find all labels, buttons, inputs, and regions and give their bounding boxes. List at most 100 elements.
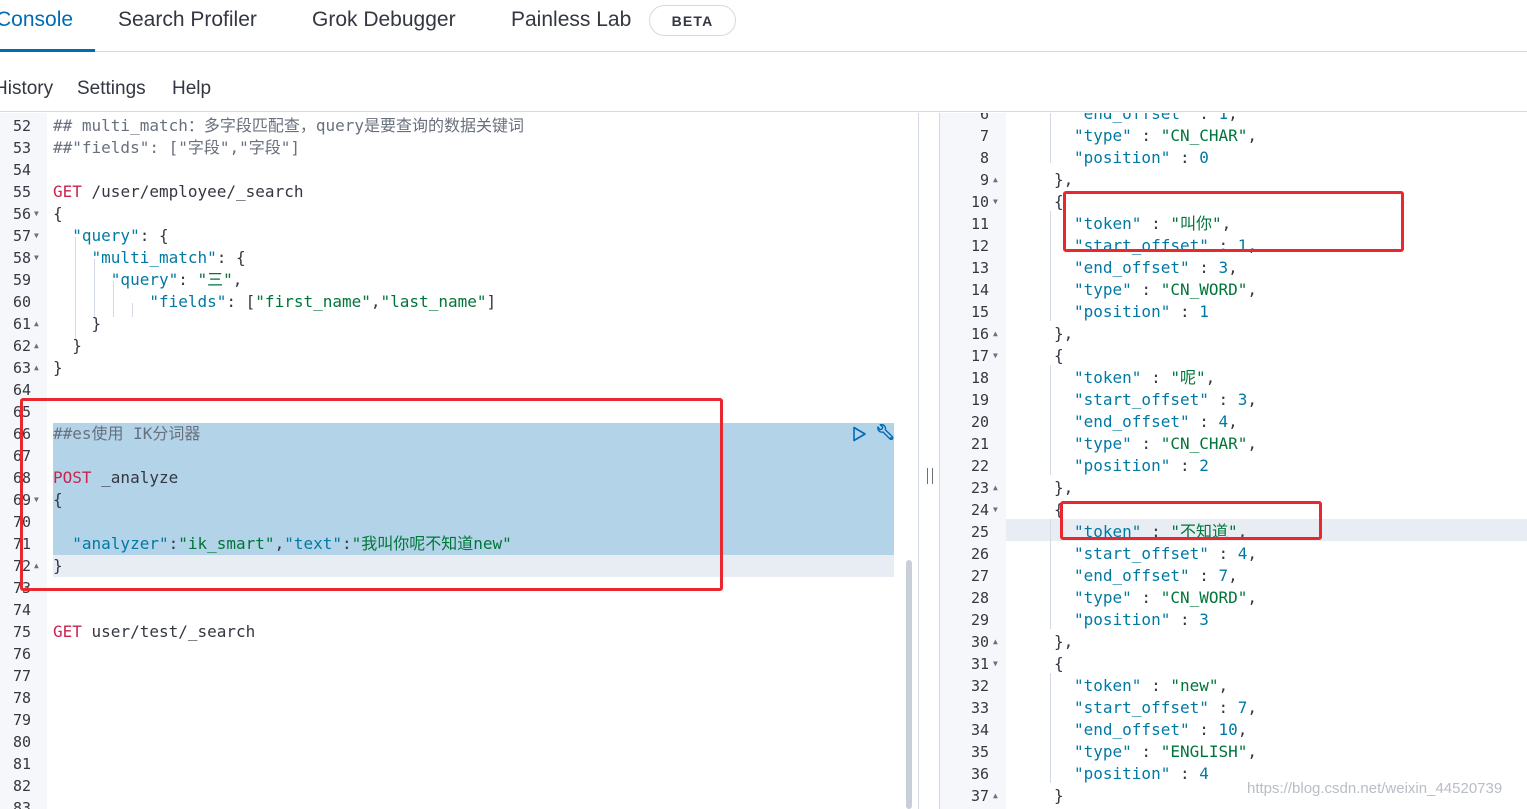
- line-number: 19: [970, 391, 989, 409]
- code-token: ##es使用 IK分词器: [53, 424, 201, 443]
- fold-arrow-up-icon[interactable]: ▲: [993, 785, 998, 807]
- code-line: 33 "start_offset" : 7,: [940, 697, 1527, 719]
- play-triangle-icon[interactable]: [851, 426, 867, 442]
- code-token: ,: [1247, 742, 1258, 761]
- line-number: 8: [979, 149, 989, 167]
- code-text: {: [1054, 345, 1064, 367]
- response-viewer[interactable]: 6 "end_offset" : 1, 7 "type" : "CN_CHAR", 8 "…: [940, 113, 1527, 809]
- code-line: 73: [0, 577, 918, 599]
- code-token: 7: [1218, 566, 1229, 585]
- fold-arrow-down-icon[interactable]: ▼: [993, 191, 998, 213]
- code-token: :: [1170, 456, 1200, 475]
- help-link[interactable]: Help: [172, 78, 211, 100]
- code-text: {: [53, 203, 63, 225]
- code-token: ]: [486, 292, 497, 311]
- fold-arrow-up-icon[interactable]: ▲: [993, 169, 998, 191]
- fold-arrow-up-icon[interactable]: ▲: [34, 555, 39, 577]
- fold-arrow-down-icon[interactable]: ▼: [993, 653, 998, 675]
- code-text: "start_offset" : 7,: [1074, 697, 1257, 719]
- code-text: "fields": ["first_name","last_name"]: [53, 291, 496, 313]
- code-token: "start_offset": [1074, 236, 1209, 255]
- code-line: 54: [0, 159, 918, 181]
- fold-arrow-down-icon[interactable]: ▼: [993, 345, 998, 367]
- code-token: ,: [1228, 566, 1238, 585]
- code-token: :: [1141, 676, 1171, 695]
- line-number: 62: [12, 337, 31, 355]
- line-number: 22: [970, 457, 989, 475]
- code-token: {: [53, 490, 63, 509]
- settings-link[interactable]: Settings: [77, 78, 146, 100]
- code-line: 53 ##"fields": ["字段","字段"]: [0, 137, 918, 159]
- line-number: 26: [970, 545, 989, 563]
- code-line: 70: [0, 511, 918, 533]
- fold-arrow-up-icon[interactable]: ▲: [993, 477, 998, 499]
- line-number: 10: [970, 193, 989, 211]
- code-line: 75 GET user/test/_search: [0, 621, 918, 643]
- fold-arrow-up-icon[interactable]: ▲: [993, 323, 998, 345]
- code-line: 20 "end_offset" : 4,: [940, 411, 1527, 433]
- code-line: 26 "start_offset" : 4,: [940, 543, 1527, 565]
- code-text: },: [1054, 477, 1073, 499]
- code-token: "analyzer": [72, 534, 169, 553]
- tab-search-profiler[interactable]: Search Profiler: [118, 8, 257, 32]
- fold-arrow-up-icon[interactable]: ▲: [993, 631, 998, 653]
- code-token: :: [1208, 236, 1238, 255]
- code-text: "position" : 0: [1074, 147, 1209, 169]
- line-number: 81: [12, 755, 31, 773]
- line-number: 69: [12, 491, 31, 509]
- code-text: "position" : 4: [1074, 763, 1209, 785]
- history-link[interactable]: History: [0, 78, 53, 100]
- line-number: 70: [12, 513, 31, 531]
- code-token: ,: [1237, 522, 1248, 541]
- code-token: "叫你": [1170, 214, 1222, 233]
- code-token: ,: [1247, 390, 1258, 409]
- code-token: "position": [1074, 610, 1171, 629]
- code-line: 82: [0, 775, 918, 797]
- code-token: _analyze: [91, 468, 179, 487]
- code-token: "end_offset": [1074, 113, 1190, 123]
- code-token: 1: [1199, 302, 1209, 321]
- line-number: 61: [12, 315, 31, 333]
- code-line: 23 ▲},: [940, 477, 1527, 499]
- code-token: ,: [1247, 698, 1258, 717]
- tab-painless-lab[interactable]: Painless Lab: [511, 8, 631, 32]
- code-line: 12 "start_offset" : 1,: [940, 235, 1527, 257]
- code-token: "position": [1074, 456, 1171, 475]
- fold-arrow-down-icon[interactable]: ▼: [34, 225, 39, 247]
- wrench-icon[interactable]: [874, 424, 896, 444]
- line-number: 82: [12, 777, 31, 795]
- pane-resize-handle[interactable]: [918, 113, 940, 809]
- code-text: "type" : "CN_CHAR",: [1074, 433, 1257, 455]
- code-token: "end_offset": [1074, 566, 1190, 585]
- fold-arrow-up-icon[interactable]: ▲: [34, 313, 39, 335]
- editor-scrollbar[interactable]: [906, 560, 912, 809]
- code-line: 55 GET /user/employee/_search: [0, 181, 918, 203]
- fold-arrow-down-icon[interactable]: ▼: [993, 499, 998, 521]
- code-token: "不知道": [1170, 522, 1238, 541]
- code-token: ,: [1218, 676, 1229, 695]
- code-token: "type": [1074, 280, 1132, 299]
- code-text: GET user/test/_search: [53, 621, 255, 643]
- code-line: 71 "analyzer":"ik_smart","text":"我叫你呢不知道…: [0, 533, 918, 555]
- line-number: 34: [970, 721, 989, 739]
- fold-arrow-down-icon[interactable]: ▼: [34, 489, 39, 511]
- line-number: 59: [12, 271, 31, 289]
- code-line: 24 ▼ {: [940, 499, 1527, 521]
- fold-arrow-up-icon[interactable]: ▲: [34, 335, 39, 357]
- code-text: {: [1054, 499, 1064, 521]
- tab-console[interactable]: Console: [0, 8, 73, 32]
- console-menu: History Settings Help: [0, 53, 1527, 112]
- tab-grok-debugger[interactable]: Grok Debugger: [312, 8, 456, 32]
- fold-arrow-up-icon[interactable]: ▲: [34, 357, 39, 379]
- line-number: 71: [12, 535, 31, 553]
- fold-arrow-down-icon[interactable]: ▼: [34, 203, 39, 225]
- line-number: 54: [12, 161, 31, 179]
- code-text: "type" : "CN_CHAR",: [1074, 125, 1257, 147]
- code-line: 60 "fields": ["first_name","last_name"]: [0, 291, 918, 313]
- fold-arrow-down-icon[interactable]: ▼: [34, 247, 39, 269]
- code-text: "token" : "new",: [1074, 675, 1228, 697]
- request-editor[interactable]: 52 ## multi_match：多字段匹配查，query是要查询的数据关键词 5…: [0, 113, 918, 809]
- code-text: }: [1054, 785, 1064, 807]
- code-token: 2: [1199, 456, 1209, 475]
